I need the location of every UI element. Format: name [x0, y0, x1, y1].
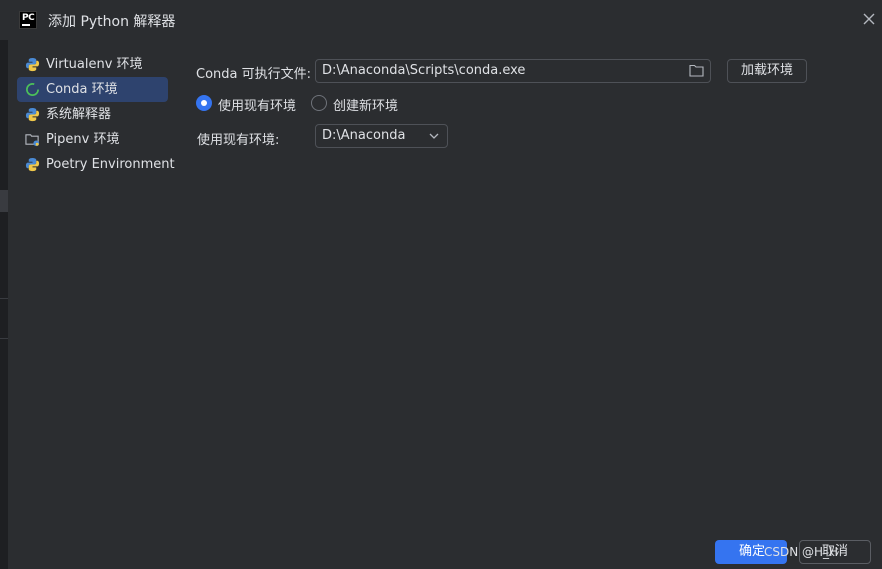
python-icon [25, 107, 40, 122]
title-bar: PC 添加 Python 解释器 [0, 0, 882, 40]
sidebar-item-label: Conda 环境 [46, 82, 118, 97]
python-icon [25, 57, 40, 72]
radio-create-new-label[interactable]: 创建新环境 [333, 95, 398, 114]
load-env-button[interactable]: 加载环境 [727, 59, 807, 83]
sidebar-item-poetry[interactable]: Poetry Environment [17, 152, 177, 177]
conda-ring-icon [26, 83, 39, 96]
folder-browse-icon[interactable] [689, 64, 704, 77]
radio-use-existing[interactable] [196, 95, 212, 111]
sidebar-item-label: Pipenv 环境 [46, 132, 120, 147]
existing-env-label: 使用现有环境: [197, 133, 280, 148]
conda-exe-label: Conda 可执行文件: [196, 67, 312, 82]
sidebar-item-label: Poetry Environment [46, 157, 175, 172]
sidebar-item-label: Virtualenv 环境 [46, 57, 143, 72]
radio-use-existing-label[interactable]: 使用现有环境 [218, 95, 296, 114]
sidebar-item-conda[interactable]: Conda 环境 [17, 77, 168, 102]
sidebar-item-system-interpreter[interactable]: 系统解释器 [17, 102, 177, 127]
ok-button-label: 确定 [739, 544, 766, 559]
conda-exe-value: D:\Anaconda\Scripts\conda.exe [322, 63, 526, 78]
python-icon [25, 157, 40, 172]
folder-python-icon [25, 134, 40, 147]
existing-env-value: D:\Anaconda [322, 128, 406, 143]
sidebar-item-pipenv[interactable]: Pipenv 环境 [17, 127, 177, 152]
pycharm-logo-icon: PC [19, 11, 37, 29]
watermark-text: CSDN @H_H [764, 545, 839, 559]
conda-exe-field[interactable]: D:\Anaconda\Scripts\conda.exe [315, 59, 711, 83]
close-icon[interactable] [862, 12, 876, 26]
interpreter-type-list: Virtualenv 环境 Conda 环境 系统解释器 Pipenv 环境 P… [17, 52, 177, 177]
sidebar-item-virtualenv[interactable]: Virtualenv 环境 [17, 52, 177, 77]
radio-create-new[interactable] [311, 95, 327, 111]
chevron-down-icon [429, 133, 439, 139]
window-title: 添加 Python 解释器 [48, 14, 176, 30]
existing-env-select[interactable]: D:\Anaconda [315, 124, 448, 148]
sidebar-item-label: 系统解释器 [46, 107, 112, 122]
background-window-edge [0, 40, 8, 569]
